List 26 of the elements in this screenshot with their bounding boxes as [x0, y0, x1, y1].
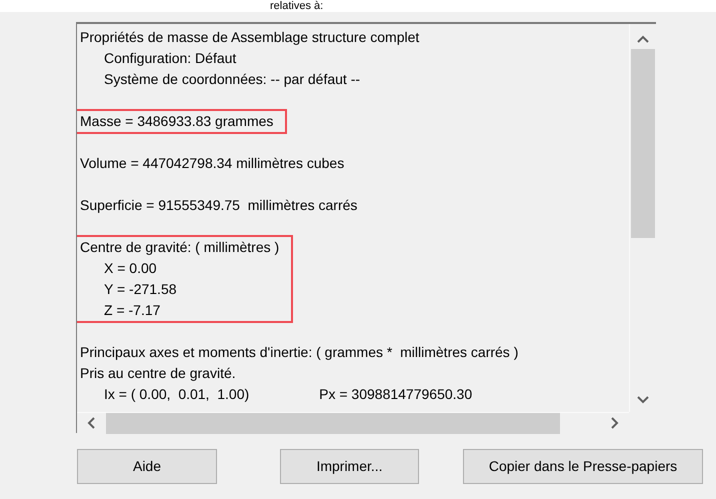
report-line: Centre de gravité: ( millimètres ): [80, 238, 280, 257]
report-line: Propriétés de masse de Assemblage structure complet: [80, 28, 420, 47]
report-line: Ix = ( 0.00, 0.01, 1.00): [104, 385, 250, 404]
report-line: Px = 3098814779650.30: [319, 385, 472, 404]
dialog-button[interactable]: Copier dans le Presse-papiers: [463, 449, 703, 484]
report-line: Système de coordonnées: -- par défaut --: [104, 70, 360, 89]
report-line: Volume = 447042798.34 millimètres cubes: [80, 154, 346, 173]
scroll-down-icon[interactable]: [637, 396, 649, 404]
report-line: Pris au centre de gravité.: [80, 364, 237, 383]
report-line: Masse = 3486933.83 grammes: [80, 112, 274, 131]
report-line: Z = -7.17: [104, 301, 160, 320]
report-line: Superficie = 91555349.75 millimètres carrés: [80, 196, 358, 215]
scroll-left-icon[interactable]: [87, 417, 95, 429]
scroll-up-icon[interactable]: [637, 35, 649, 43]
report-line: Y = -271.58: [104, 280, 177, 299]
dialog-button[interactable]: Aide: [77, 449, 217, 484]
report-line: X = 0.00: [104, 259, 157, 278]
scroll-thumb[interactable]: [106, 412, 560, 434]
caption-text: relatives à:: [270, 0, 324, 12]
dialog-button[interactable]: Imprimer...: [280, 449, 419, 484]
report-line: Configuration: Défaut: [104, 49, 236, 68]
scroll-thumb[interactable]: [631, 49, 655, 238]
scroll-right-icon[interactable]: [611, 417, 619, 429]
horizontal-scrollbar[interactable]: [77, 412, 629, 433]
vertical-scrollbar[interactable]: [629, 24, 656, 412]
report-line: Principaux axes et moments d'inertie: ( grammes * millimètres carrés ): [80, 343, 520, 362]
